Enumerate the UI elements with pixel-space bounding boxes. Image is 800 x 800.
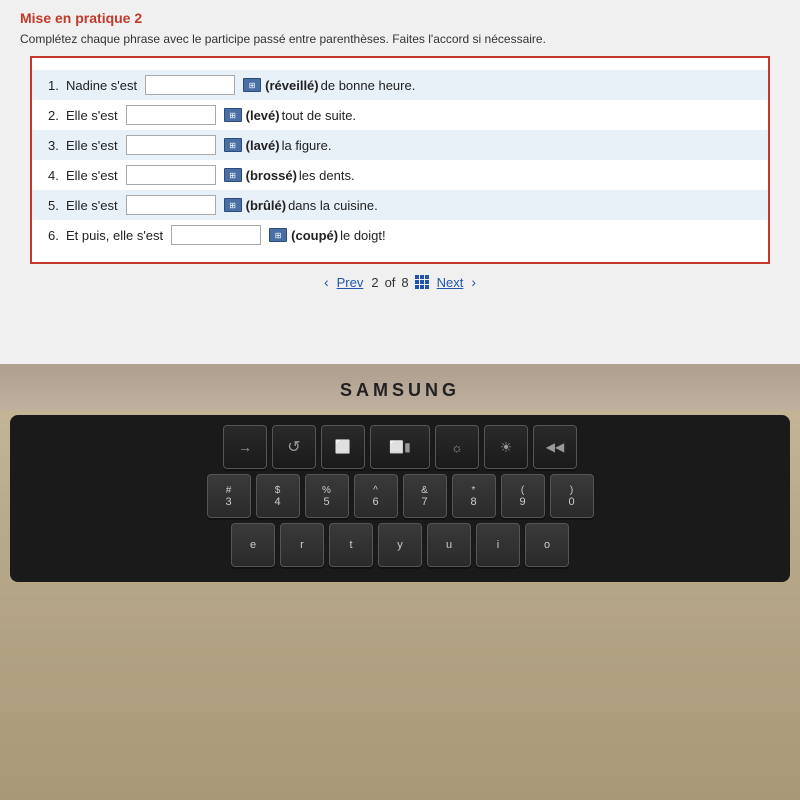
row-before-3: Elle s'est	[66, 138, 118, 153]
prev-chevron[interactable]: ‹	[324, 274, 329, 290]
row-num-1: 1.	[48, 78, 66, 93]
laptop-body: SAMSUNG → ↺ ⬜ ⬜▮ ☼ ☀ ◀◀ # 3 $ 4 % 5	[0, 370, 800, 800]
key-refresh[interactable]: ↺	[272, 425, 316, 469]
key-3[interactable]: # 3	[207, 474, 251, 518]
key-5[interactable]: % 5	[305, 474, 349, 518]
next-chevron[interactable]: ›	[471, 274, 476, 290]
answer-input-1[interactable]	[145, 75, 235, 95]
key-e[interactable]: e	[231, 523, 275, 567]
dict-icon-6[interactable]: ⊞	[269, 228, 287, 242]
word-hint-4: (brossé)	[246, 168, 297, 183]
key-0[interactable]: ) 0	[550, 474, 594, 518]
key-7[interactable]: & 7	[403, 474, 447, 518]
key-r[interactable]: r	[280, 523, 324, 567]
row-after-6: le doigt!	[340, 228, 386, 243]
row-num-2: 2.	[48, 108, 66, 123]
row-num-3: 3.	[48, 138, 66, 153]
key-t[interactable]: t	[329, 523, 373, 567]
word-hint-1: (réveillé)	[265, 78, 318, 93]
screen: Mise en pratique 2 Complétez chaque phra…	[0, 0, 800, 370]
keyboard-row-special: → ↺ ⬜ ⬜▮ ☼ ☀ ◀◀	[20, 425, 780, 469]
key-brightness-down[interactable]: ☼	[435, 425, 479, 469]
row-before-1: Nadine s'est	[66, 78, 137, 93]
row-after-1: de bonne heure.	[321, 78, 416, 93]
answer-input-4[interactable]	[126, 165, 216, 185]
word-hint-5: (brûlé)	[246, 198, 286, 213]
next-button[interactable]: Next	[437, 275, 464, 290]
key-i[interactable]: i	[476, 523, 520, 567]
nav-bar: ‹ Prev 2 of 8 Next ›	[20, 264, 780, 300]
page-info: 2 of 8	[371, 275, 428, 290]
row-before-6: Et puis, elle s'est	[66, 228, 163, 243]
key-u[interactable]: u	[427, 523, 471, 567]
row-after-3: la figure.	[282, 138, 332, 153]
exercise-row-3: 3. Elle s'est ⊞ (lavé) la figure.	[32, 130, 768, 160]
row-before-2: Elle s'est	[66, 108, 118, 123]
word-hint-6: (coupé)	[291, 228, 338, 243]
row-num-6: 6.	[48, 228, 66, 243]
key-4[interactable]: $ 4	[256, 474, 300, 518]
answer-input-2[interactable]	[126, 105, 216, 125]
key-9[interactable]: ( 9	[501, 474, 545, 518]
dict-icon-5[interactable]: ⊞	[224, 198, 242, 212]
exercise-box: 1. Nadine s'est ⊞ (réveillé) de bonne he…	[30, 56, 770, 264]
page-of: of	[385, 275, 396, 290]
keyboard-area: → ↺ ⬜ ⬜▮ ☼ ☀ ◀◀ # 3 $ 4 % 5 ^ 6	[10, 415, 790, 582]
keyboard-row-numbers: # 3 $ 4 % 5 ^ 6 & 7 * 8	[20, 474, 780, 518]
exercise-row-1: 1. Nadine s'est ⊞ (réveillé) de bonne he…	[32, 70, 768, 100]
exercise-row-6: 6. Et puis, elle s'est ⊞ (coupé) le doig…	[48, 220, 752, 250]
exercise-row-5: 5. Elle s'est ⊞ (brûlé) dans la cuisine.	[32, 190, 768, 220]
keyboard-row-letters: e r t y u i o	[20, 523, 780, 567]
dict-icon-2[interactable]: ⊞	[224, 108, 242, 122]
row-before-4: Elle s'est	[66, 168, 118, 183]
exercise-row-2: 2. Elle s'est ⊞ (levé) tout de suite.	[48, 100, 752, 130]
row-after-2: tout de suite.	[282, 108, 356, 123]
row-after-5: dans la cuisine.	[288, 198, 378, 213]
dict-icon-4[interactable]: ⊞	[224, 168, 242, 182]
key-6[interactable]: ^ 6	[354, 474, 398, 518]
word-hint-2: (levé)	[246, 108, 280, 123]
answer-input-3[interactable]	[126, 135, 216, 155]
screen-bezel: SAMSUNG	[0, 370, 800, 410]
row-num-5: 5.	[48, 198, 66, 213]
key-brightness-up[interactable]: ☀	[484, 425, 528, 469]
samsung-logo: SAMSUNG	[340, 380, 460, 401]
row-after-4: les dents.	[299, 168, 355, 183]
page-total: 8	[401, 275, 408, 290]
word-hint-3: (lavé)	[246, 138, 280, 153]
row-before-5: Elle s'est	[66, 198, 118, 213]
page-current: 2	[371, 275, 378, 290]
section-title: Mise en pratique 2	[20, 10, 780, 26]
answer-input-6[interactable]	[171, 225, 261, 245]
grid-icon[interactable]	[415, 275, 429, 289]
dict-icon-3[interactable]: ⊞	[224, 138, 242, 152]
instruction: Complétez chaque phrase avec le particip…	[20, 32, 780, 46]
answer-input-5[interactable]	[126, 195, 216, 215]
key-media[interactable]: ◀◀	[533, 425, 577, 469]
content-area: Mise en pratique 2 Complétez chaque phra…	[0, 0, 800, 310]
key-arrow[interactable]: →	[223, 425, 267, 469]
row-num-4: 4.	[48, 168, 66, 183]
key-8[interactable]: * 8	[452, 474, 496, 518]
prev-button[interactable]: Prev	[337, 275, 364, 290]
exercise-row-4: 4. Elle s'est ⊞ (brossé) les dents.	[48, 160, 752, 190]
key-o[interactable]: o	[525, 523, 569, 567]
key-y[interactable]: y	[378, 523, 422, 567]
key-multiwindow[interactable]: ⬜▮	[370, 425, 430, 469]
key-window[interactable]: ⬜	[321, 425, 365, 469]
dict-icon-1[interactable]: ⊞	[243, 78, 261, 92]
